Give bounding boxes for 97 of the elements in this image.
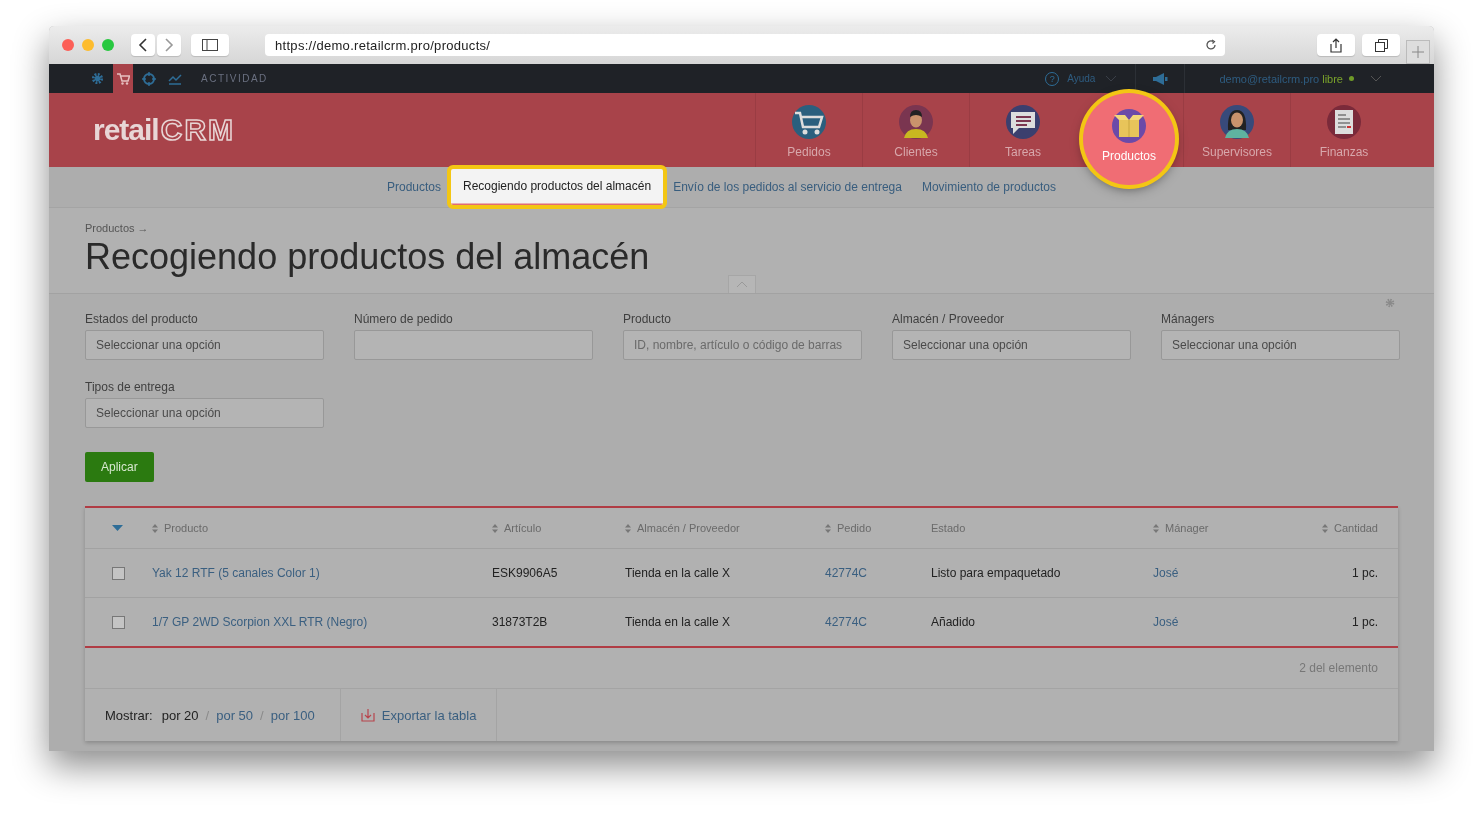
table-cell: Listo para empaquetado [931, 566, 1061, 580]
column-header[interactable]: Pedido [837, 522, 872, 534]
sort-icon[interactable] [1321, 523, 1328, 533]
person-icon [1219, 104, 1255, 140]
cart-icon[interactable] [113, 64, 133, 93]
subnav-tab[interactable]: Productos [386, 180, 441, 194]
filter-label: Almacén / Proveedor [892, 312, 1006, 326]
filter-label: Mánagers [1161, 312, 1216, 326]
subnav-tab[interactable]: Envío de los pedidos al servicio de entrega [673, 180, 902, 194]
sort-icon[interactable] [625, 523, 631, 533]
cart-icon [791, 104, 827, 140]
download-icon [360, 708, 375, 722]
sidebar-icon [202, 39, 218, 51]
sort-icon[interactable] [1153, 523, 1159, 533]
filter-label: Número de pedido [354, 312, 454, 326]
filter-field[interactable]: Seleccionar una opción [892, 330, 1131, 360]
row-checkbox[interactable] [112, 615, 125, 629]
table-link[interactable]: José [1153, 615, 1179, 629]
table-link[interactable]: 42774C [825, 615, 868, 629]
speech-bubble-icon [1005, 104, 1041, 140]
status-dot [1349, 76, 1354, 81]
chevron-right-icon [164, 38, 174, 52]
subnav-tab[interactable]: Recogiendo productos del almacén [447, 165, 668, 209]
filter-field[interactable]: Seleccionar una opción [1161, 330, 1400, 360]
separator: / [260, 707, 264, 723]
table-link[interactable]: 1/7 GP 2WD Scorpion XXL RTR (Negro) [152, 615, 368, 629]
filter-field[interactable]: Seleccionar una opción [85, 398, 324, 428]
table-link[interactable]: José [1153, 566, 1179, 580]
address-field[interactable]: https://demo.retailcrm.pro/products/ [265, 34, 1225, 56]
chevron-down-icon[interactable] [1370, 74, 1382, 83]
activity-label[interactable]: ACTIVIDAD [201, 73, 268, 84]
help-link[interactable]: Ayuda [1067, 73, 1096, 84]
share-icon [1330, 37, 1342, 53]
chevron-down-icon[interactable] [1105, 74, 1118, 83]
filter-label: Producto [623, 312, 673, 326]
nav-item[interactable]: Finanzas [1290, 93, 1397, 167]
page-size-link[interactable]: por 50 [216, 707, 254, 723]
tabs-icon [1374, 38, 1388, 52]
column-header[interactable]: Cantidad [1333, 522, 1378, 534]
table-link[interactable]: Yak 12 RTF (5 canales Color 1) [152, 566, 320, 580]
close-icon[interactable] [62, 39, 74, 51]
sidebar-button[interactable] [191, 34, 229, 56]
column-header[interactable]: Almacén / Proveedor [637, 522, 740, 534]
minimize-icon[interactable] [82, 39, 94, 51]
zoom-icon[interactable] [102, 39, 114, 51]
column-header[interactable]: Mánager [1165, 522, 1209, 534]
filter-field[interactable] [354, 330, 593, 360]
table-cell: Añadido [931, 615, 976, 629]
plus-icon [1412, 46, 1424, 58]
reload-icon[interactable] [1205, 39, 1217, 51]
nav-item[interactable]: Clientes [862, 93, 969, 167]
table-cell: 31873T2B [492, 615, 548, 629]
row-checkbox[interactable] [112, 566, 125, 580]
export-link[interactable]: Exportar la tabla [340, 689, 498, 741]
nav-item[interactable]: Pedidos [755, 93, 862, 167]
table-cell: 1 pc. [1352, 615, 1378, 629]
tabs-button[interactable] [1362, 34, 1400, 56]
table-cell: ESK9906A5 [492, 566, 558, 580]
separator: / [205, 707, 210, 723]
megaphone-icon[interactable] [1152, 72, 1169, 85]
table-cell: Tienda en la calle X [625, 566, 730, 580]
filter-field[interactable]: ID, nombre, artículo o código de barras [623, 330, 862, 360]
dropdown-triangle-icon[interactable] [112, 525, 123, 531]
chevron-up-icon [736, 281, 748, 288]
sort-icon[interactable] [825, 523, 831, 533]
nav-item[interactable]: Tareas [969, 93, 1076, 167]
item-count: 2 del elemento [1299, 661, 1378, 675]
chevron-left-icon [138, 38, 148, 52]
column-header[interactable]: Estado [931, 522, 966, 534]
page-title: Recogiendo productos del almacén [85, 236, 651, 278]
filter-field[interactable]: Seleccionar una opción [85, 330, 324, 360]
new-tab-button[interactable] [1406, 40, 1430, 64]
column-header[interactable]: Producto [164, 522, 209, 534]
share-button[interactable] [1317, 34, 1355, 56]
status-label: libre [1322, 72, 1343, 85]
logo[interactable]: retailCRM [93, 113, 236, 147]
user-email[interactable]: demo@retailcrm.pro [1219, 72, 1320, 85]
settings-icon[interactable] [1385, 298, 1395, 308]
show-label: Mostrar: [105, 707, 153, 723]
nav-item[interactable]: Supervisores [1183, 93, 1290, 167]
box-icon [1111, 108, 1147, 144]
column-header[interactable]: Artículo [504, 522, 542, 534]
filter-label: Tipos de entrega [85, 380, 176, 394]
filter-label: Estados del producto [85, 312, 199, 326]
document-icon [1326, 104, 1362, 140]
page-size-link[interactable]: por 20 [161, 707, 199, 723]
person-icon [898, 104, 934, 140]
back-button[interactable] [131, 34, 155, 56]
table-cell: Tienda en la calle X [625, 615, 730, 629]
sort-icon[interactable] [492, 523, 498, 533]
subnav-tab[interactable]: Movimiento de productos [921, 180, 1056, 194]
sort-icon[interactable] [152, 523, 158, 533]
table-cell: 1 pc. [1352, 566, 1378, 580]
apply-button[interactable]: Aplicar [85, 452, 154, 482]
page-size-link[interactable]: por 100 [270, 707, 315, 723]
breadcrumb[interactable]: Productos → [85, 222, 1434, 234]
table-link[interactable]: 42774C [825, 566, 868, 580]
